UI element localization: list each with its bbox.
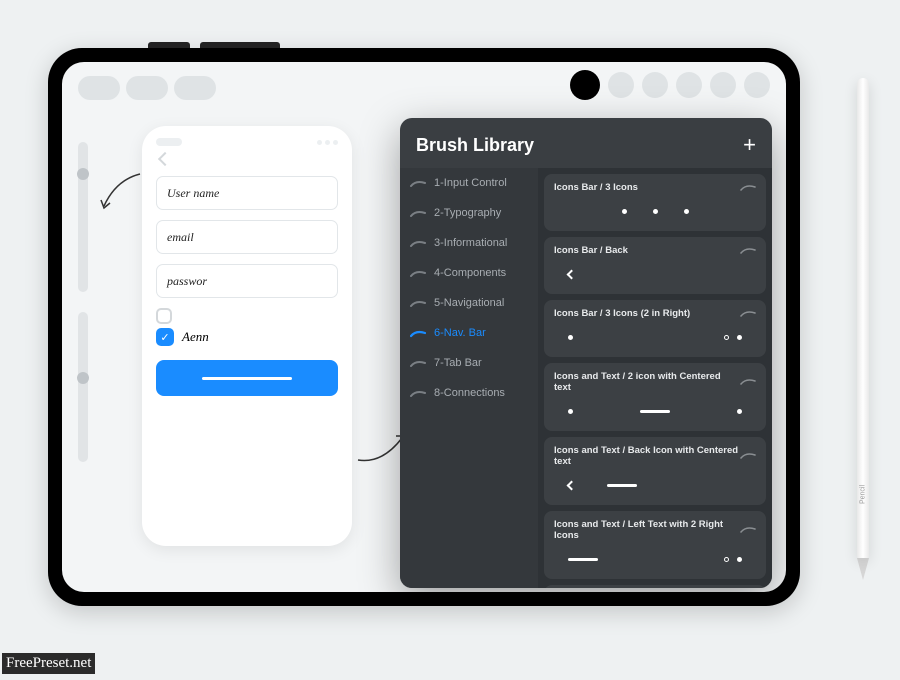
checkbox-checked[interactable]: ✓ xyxy=(156,328,174,346)
brush-item[interactable]: Icons Bar / Back xyxy=(544,237,766,294)
brush-name: Icons and Text / Left Text with 2 Right … xyxy=(554,519,740,541)
category-item[interactable]: 3-Informational xyxy=(400,228,538,258)
toolbar-pill[interactable] xyxy=(174,76,216,100)
apple-pencil: Pencil xyxy=(852,78,874,618)
brush-name: Icons and Text / 2 icon with Centered te… xyxy=(554,371,740,393)
brush-item[interactable]: Icons and Text / Left Text with 2 Right … xyxy=(544,511,766,579)
category-item[interactable]: 7-Tab Bar xyxy=(400,348,538,378)
category-item[interactable]: 8-Connections xyxy=(400,378,538,408)
back-icon[interactable] xyxy=(158,152,172,166)
category-label: 1-Input Control xyxy=(434,177,507,189)
category-item[interactable]: 1-Input Control xyxy=(400,168,538,198)
watermark: FreePreset.net xyxy=(2,653,95,674)
category-item[interactable]: 2-Typography xyxy=(400,198,538,228)
tool-dot[interactable] xyxy=(608,72,634,98)
arrow-annotation xyxy=(98,170,146,214)
brush-name: Icons Bar / Back xyxy=(554,245,628,256)
brush-list: Icons Bar / 3 Icons Icons Bar / Back Ico… xyxy=(538,168,772,588)
phone-status-bar xyxy=(156,138,338,146)
tool-dot[interactable] xyxy=(744,72,770,98)
ipad-device: User name email passwor ✓ Aenn Brush Lib… xyxy=(48,48,800,606)
pencil-label: Pencil xyxy=(860,485,867,504)
category-label: 6-Nav. Bar xyxy=(434,327,486,339)
tool-dot[interactable] xyxy=(710,72,736,98)
submit-button[interactable] xyxy=(156,360,338,396)
brush-size-slider[interactable] xyxy=(78,142,88,292)
toolbar-pill[interactable] xyxy=(126,76,168,100)
password-field[interactable]: passwor xyxy=(156,264,338,298)
brush-item[interactable]: Icons Bar / 3 Icons (2 in Right) xyxy=(544,300,766,357)
tool-dot[interactable] xyxy=(642,72,668,98)
brush-name: Icons Bar / 3 Icons xyxy=(554,182,638,193)
phone-mockup: User name email passwor ✓ Aenn xyxy=(142,126,352,546)
brush-item[interactable]: Icons Bar / 3 Icons xyxy=(544,174,766,231)
brush-item[interactable]: Icons and Text / 2 icon with Centered te… xyxy=(544,363,766,431)
category-label: 3-Informational xyxy=(434,237,507,249)
brush-name: Icons and Text / Back Icon with Centered… xyxy=(554,445,740,467)
brush-tool-icon[interactable] xyxy=(570,70,600,100)
brush-name: Icons Bar / 3 Icons (2 in Right) xyxy=(554,308,690,319)
brush-item[interactable]: Icons and Text / Back Icon with Centered… xyxy=(544,437,766,505)
add-brush-icon[interactable]: + xyxy=(743,132,756,158)
toolbar-right xyxy=(570,72,770,100)
category-label: 4-Components xyxy=(434,267,506,279)
category-item[interactable]: 5-Navigational xyxy=(400,288,538,318)
tool-dot[interactable] xyxy=(676,72,702,98)
ipad-screen: User name email passwor ✓ Aenn Brush Lib… xyxy=(62,62,786,592)
brush-opacity-slider[interactable] xyxy=(78,312,88,462)
brush-item[interactable]: Icons and Text / Left Text with Right Ic… xyxy=(544,585,766,588)
category-label: 2-Typography xyxy=(434,207,501,219)
email-field[interactable]: email xyxy=(156,220,338,254)
toolbar-left xyxy=(78,76,216,100)
category-label: 8-Connections xyxy=(434,387,505,399)
brush-library-panel: Brush Library + 1-Input Control 2-Typogr… xyxy=(400,118,772,588)
toolbar-pill[interactable] xyxy=(78,76,120,100)
username-field[interactable]: User name xyxy=(156,176,338,210)
category-list: 1-Input Control 2-Typography 3-Informati… xyxy=(400,168,538,588)
category-item-active[interactable]: 6-Nav. Bar xyxy=(400,318,538,348)
checkbox-label: Aenn xyxy=(182,329,209,345)
checkbox-empty[interactable] xyxy=(156,308,172,324)
category-label: 5-Navigational xyxy=(434,297,504,309)
category-item[interactable]: 4-Components xyxy=(400,258,538,288)
category-label: 7-Tab Bar xyxy=(434,357,482,369)
panel-title: Brush Library xyxy=(416,135,534,156)
